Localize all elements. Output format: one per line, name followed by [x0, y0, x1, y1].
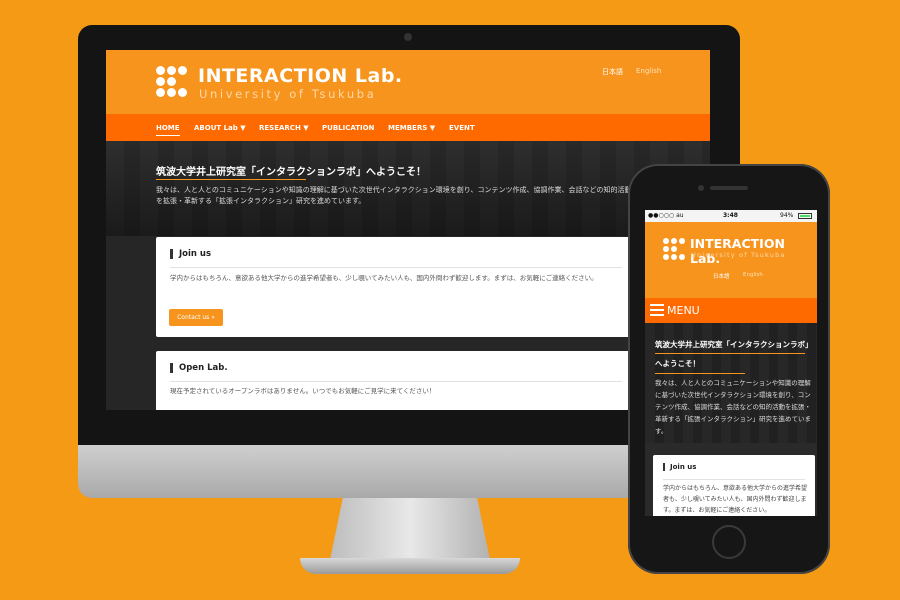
phone-join-us-card: Join us 学内からはもちろん、意欲ある他大学からの進学希望者も、少し覗いて… — [653, 455, 815, 516]
phone-lang-english[interactable]: English — [743, 272, 763, 278]
open-lab-title: Open Lab. — [170, 363, 228, 373]
divider — [663, 479, 805, 480]
nav-event[interactable]: EVENT — [449, 124, 475, 132]
hero-banner: 筑波大学井上研究室「インタラクションラボ」へようこそ！ 我々は、人と人とのコミュ… — [106, 141, 710, 236]
phone-hero-text: 我々は、人と人とのコミュニケーションや知識の理解に基づいた次世代インタラクション… — [655, 379, 811, 435]
site-logo-subtitle: University of Tsukuba — [199, 87, 377, 101]
lang-japanese-link[interactable]: 日本語 — [602, 67, 623, 77]
phone-logo-subtitle: University of Tsukuba — [691, 251, 786, 259]
carrier-signal: ●●○○○ au — [648, 212, 684, 219]
hero-title: 筑波大学井上研究室「インタラクションラボ」へようこそ！ — [156, 167, 426, 178]
battery-percent: 94% — [780, 212, 794, 219]
phone-home-button[interactable] — [712, 525, 746, 559]
join-us-text: 学内からはもちろん、意欲ある他大学からの進学希望者も、少し覗いてみたい人も、国内… — [170, 274, 598, 282]
phone-speaker — [710, 186, 748, 190]
phone-menu-bar[interactable]: MENU — [645, 298, 817, 323]
nav-about[interactable]: ABOUT Lab ▼ — [194, 124, 246, 132]
phone-lang-japanese[interactable]: 日本語 — [713, 272, 730, 280]
main-nav: HOME ABOUT Lab ▼ RESEARCH ▼ PUBLICATION … — [106, 114, 710, 141]
menu-label[interactable]: MENU — [667, 304, 700, 317]
phone-hero-title: 筑波大学井上研究室「インタラクションラボ」へようこそ！ — [655, 340, 813, 368]
battery-icon — [798, 213, 812, 219]
lab-logo-icon[interactable] — [663, 238, 685, 260]
lab-logo-icon[interactable] — [156, 66, 188, 98]
divider — [170, 381, 622, 382]
status-time: 3:48 — [723, 212, 738, 219]
site-logo-title[interactable]: INTERACTION Lab. — [198, 65, 403, 87]
contact-us-button[interactable]: Contact us » — [169, 309, 223, 326]
nav-home[interactable]: HOME — [156, 124, 180, 136]
phone-screen: ●●○○○ au 3:48 94% INTERACTION Lab. Unive… — [645, 210, 817, 516]
phone-camera — [698, 185, 704, 191]
phone-join-us-title: Join us — [663, 463, 696, 471]
nav-members[interactable]: MEMBERS ▼ — [388, 124, 435, 132]
hero-text: 我々は、人と人とのコミュニケーションや知識の理解に基づいた次世代インタラクション… — [156, 186, 632, 205]
phone-hero: 筑波大学井上研究室「インタラクションラボ」へようこそ！ 我々は、人と人とのコミュ… — [645, 323, 817, 443]
hero-title-underline — [655, 373, 745, 374]
status-bar: ●●○○○ au 3:48 94% — [645, 210, 817, 222]
hero-title-underline — [156, 179, 306, 180]
phone-join-us-text: 学内からはもちろん、意欲ある他大学からの進学希望者も、少し覗いてみたい人も、国内… — [663, 485, 808, 514]
open-lab-card: Open Lab. 現在予定されているオープンラボはありません。いつでもお気軽に… — [156, 351, 636, 410]
monitor-stand — [330, 498, 490, 560]
join-us-card: Join us 学内からはもちろん、意欲ある他大学からの進学希望者も、少し覗いて… — [156, 237, 636, 337]
nav-research[interactable]: RESEARCH ▼ — [259, 124, 309, 132]
hamburger-icon[interactable] — [650, 304, 664, 316]
join-us-title: Join us — [170, 249, 211, 259]
desktop-screen: INTERACTION Lab. University of Tsukuba 日… — [106, 50, 710, 410]
hero-title-underline — [655, 353, 805, 354]
site-header: INTERACTION Lab. University of Tsukuba 日… — [106, 50, 710, 114]
monitor-stand-base — [300, 558, 520, 574]
nav-publication[interactable]: PUBLICATION — [322, 124, 374, 132]
open-lab-text: 現在予定されているオープンラボはありません。いつでもお気軽にご見学に来てください… — [170, 387, 436, 395]
monitor-camera — [404, 33, 412, 41]
lang-english-link[interactable]: English — [636, 67, 661, 75]
divider — [170, 267, 622, 268]
phone-site-header: INTERACTION Lab. University of Tsukuba 日… — [645, 222, 817, 298]
